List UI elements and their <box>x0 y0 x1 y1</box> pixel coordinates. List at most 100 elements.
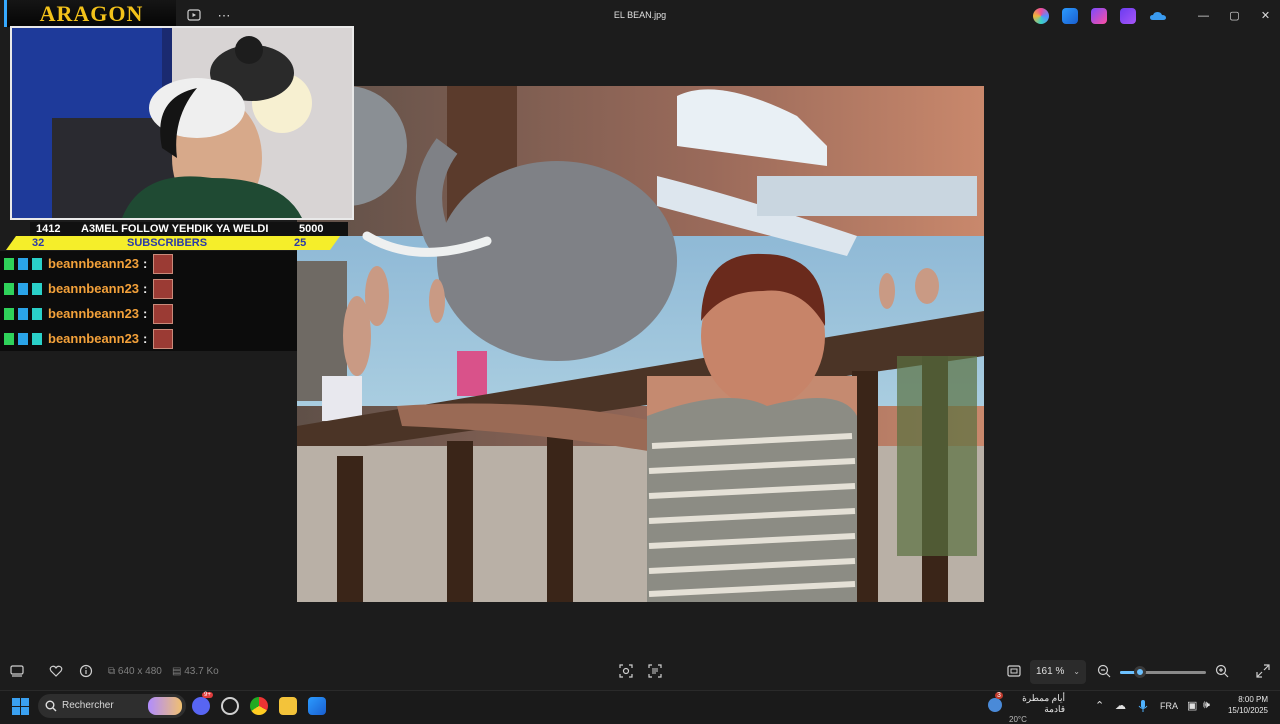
emote-icon <box>153 278 174 299</box>
visual-search-icon[interactable] <box>619 664 633 681</box>
chat-message: beannbeann23 : <box>0 251 297 276</box>
info-icon[interactable] <box>79 664 93 681</box>
photos-app-icon[interactable] <box>308 697 326 715</box>
dimensions-text: 640 x 480 <box>117 666 162 677</box>
kick-badge-icon <box>4 282 14 295</box>
volume-icon[interactable]: 🕪 <box>1203 699 1210 712</box>
weather-description: أيام ممطرة قادمة <box>1022 693 1065 714</box>
chat-message: beannbeann23 : <box>0 301 297 326</box>
photos-app-window: ⋯ EL BEAN.jpg — ▢ ✕ ARAGON 1412 A3MEL FO… <box>0 0 1280 690</box>
copilot-icon[interactable] <box>1033 8 1049 24</box>
verified-badge-icon <box>18 282 28 295</box>
chat-username: beannbeann23 <box>48 306 140 321</box>
verified-badge-icon <box>18 332 28 345</box>
onedrive-tray-icon[interactable]: ☁ <box>1115 699 1126 712</box>
chat-separator: : <box>143 256 148 271</box>
webcam-overlay <box>10 26 354 220</box>
kick-badge-icon <box>4 332 14 345</box>
close-button[interactable]: ✕ <box>1250 6 1280 26</box>
subscriber-badge-icon <box>32 332 42 345</box>
chat-username: beannbeann23 <box>48 281 140 296</box>
verified-badge-icon <box>18 307 28 320</box>
follow-goal-bar: 1412 A3MEL FOLLOW YEHDIK YA WELDI 5000 3… <box>6 222 350 250</box>
chat-message: beannbeann23 : <box>0 276 297 301</box>
minimize-button[interactable]: — <box>1188 6 1219 26</box>
chat-separator: : <box>143 306 148 321</box>
chat-message: beannbeann23 : <box>0 326 297 351</box>
more-icon[interactable]: ⋯ <box>216 8 232 24</box>
kick-badge-icon <box>4 257 14 270</box>
emote-icon <box>153 328 174 349</box>
network-icon[interactable]: ▣ <box>1187 699 1197 712</box>
subscriber-goal-target: 25 <box>294 237 307 249</box>
file-size-text: 43.7 Ko <box>184 666 219 677</box>
discord-badge: 9+ <box>202 692 213 698</box>
kick-badge-icon <box>4 307 14 320</box>
file-size-icon: ▤ <box>172 666 185 677</box>
window-controls: — ▢ ✕ <box>1188 6 1280 26</box>
search-highlight-icon <box>148 697 182 715</box>
image-canvas[interactable] <box>297 86 984 602</box>
follower-count: 1412 <box>36 223 61 235</box>
titlebar-actions: ⋯ <box>186 8 232 24</box>
subscriber-badge-icon <box>32 307 42 320</box>
file-explorer-icon[interactable] <box>279 697 297 715</box>
follower-goal-target: 5000 <box>299 223 324 235</box>
channel-logo: ARAGON <box>4 0 176 27</box>
filmstrip-icon[interactable] <box>10 664 24 681</box>
verified-badge-icon <box>18 257 28 270</box>
zoom-slider[interactable] <box>1120 666 1206 678</box>
zoom-slider-thumb[interactable] <box>1133 666 1146 678</box>
chat-username: beannbeann23 <box>48 256 140 271</box>
subscriber-badge-icon <box>32 282 42 295</box>
text-scan-icon[interactable] <box>648 664 662 681</box>
slideshow-icon[interactable] <box>186 8 202 24</box>
zoom-out-icon[interactable] <box>1097 664 1111 681</box>
weather-widget[interactable]: أيام ممطرة قادمة 20°C <box>1007 693 1065 724</box>
emote-icon <box>153 303 174 324</box>
chevron-down-icon: ⌄ <box>1073 667 1080 676</box>
chrome-icon[interactable] <box>250 697 268 715</box>
open-with-apps <box>1033 8 1166 24</box>
fit-to-window-icon[interactable] <box>1007 664 1021 681</box>
stream-chat: beannbeann23 : beannbeann23 : beannbeann… <box>0 251 297 351</box>
fullscreen-icon[interactable] <box>1256 664 1270 681</box>
file-size: ▤ 43.7 Ko <box>172 666 219 677</box>
subscribers-label: SUBSCRIBERS <box>127 237 208 249</box>
follow-goal-message: A3MEL FOLLOW YEHDIK YA WELDI <box>81 223 269 235</box>
clipchamp-icon[interactable] <box>1091 8 1107 24</box>
channel-logo-text: ARAGON <box>39 1 144 26</box>
clock-date: 15/10/2025 <box>1227 706 1268 715</box>
maximize-button[interactable]: ▢ <box>1219 6 1250 26</box>
weather-badge: 3 <box>995 692 1003 699</box>
dimensions-icon: ⧉ <box>108 666 118 677</box>
favorite-icon[interactable] <box>49 664 63 681</box>
search-placeholder: Rechercher <box>62 700 114 711</box>
chat-separator: : <box>143 331 148 346</box>
emote-icon <box>153 253 174 274</box>
designer-icon[interactable] <box>1120 8 1136 24</box>
zoom-in-icon[interactable] <box>1215 664 1229 681</box>
microphone-icon[interactable] <box>1138 699 1148 716</box>
subscriber-count: 32 <box>32 237 45 249</box>
taskbar: Rechercher 9+ 3 أيام ممطرة قادمة 20°C ⌃ … <box>0 690 1280 724</box>
chat-separator: : <box>143 281 148 296</box>
chat-username: beannbeann23 <box>48 331 140 346</box>
zoom-level-text: 161 % <box>1036 666 1065 677</box>
webcam-feed <box>12 28 352 218</box>
editor-icon[interactable] <box>1062 8 1078 24</box>
photo-image <box>297 86 984 602</box>
onedrive-icon[interactable] <box>1149 8 1166 24</box>
taskbar-search[interactable]: Rechercher <box>38 694 186 718</box>
clock-time: 8:00 PM <box>1238 695 1268 704</box>
start-button[interactable] <box>12 698 29 715</box>
chevron-up-icon[interactable]: ⌃ <box>1095 699 1104 712</box>
zoom-level-dropdown[interactable]: 161 % ⌄ <box>1030 660 1086 684</box>
viewer-toolbar: ⧉ 640 x 480 ▤ 43.7 Ko 161 % ⌄ <box>0 655 1280 690</box>
search-icon <box>45 699 57 717</box>
language-indicator[interactable]: FRA <box>1160 701 1178 711</box>
system-clock[interactable]: 8:00 PM 15/10/2025 <box>1220 694 1268 716</box>
steam-icon[interactable] <box>221 697 239 715</box>
weather-icon[interactable]: 3 <box>988 692 1003 712</box>
discord-icon[interactable]: 9+ <box>192 692 213 715</box>
